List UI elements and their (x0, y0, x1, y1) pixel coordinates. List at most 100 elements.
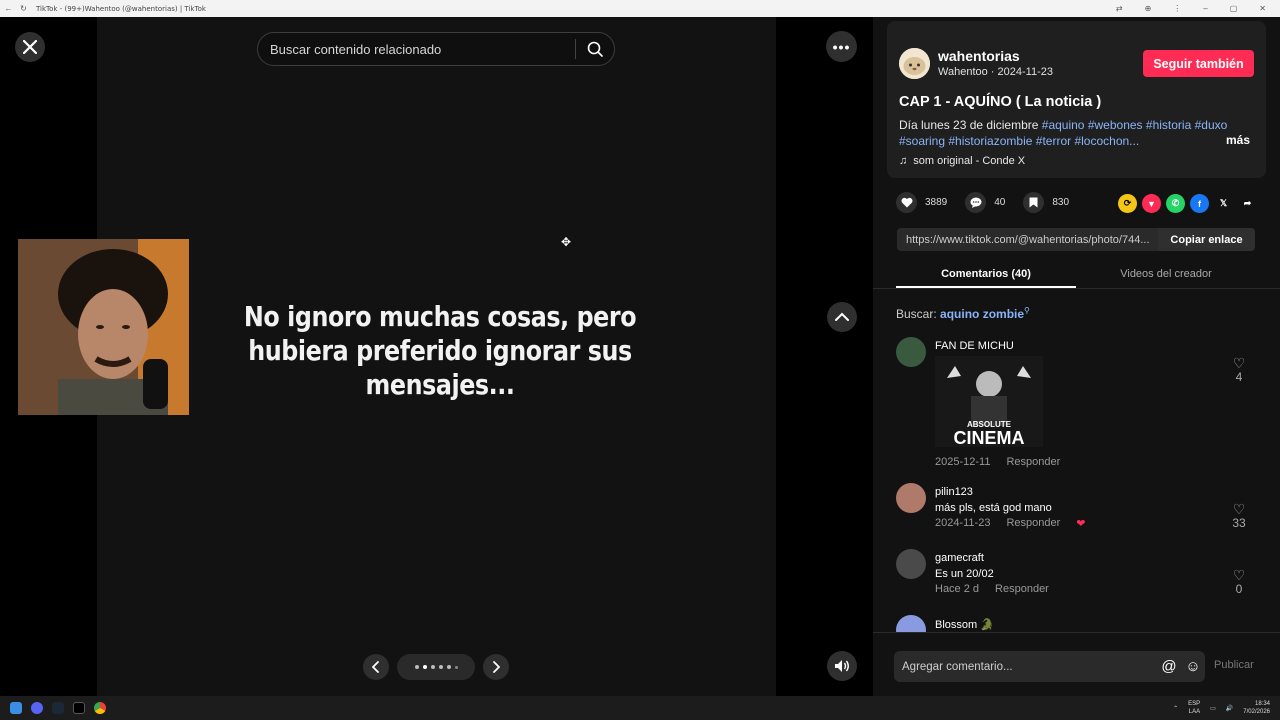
steam-icon[interactable] (52, 702, 64, 714)
related-search-bar (257, 32, 615, 66)
hashtag-link[interactable]: #locochon... (1074, 134, 1139, 148)
streamer-face-image (18, 239, 189, 415)
commenter-avatar[interactable] (896, 483, 926, 513)
tiktok-icon[interactable] (73, 702, 85, 714)
comment-username[interactable]: FAN DE MICHU (935, 340, 1014, 352)
clock-time: 18:34 (1254, 701, 1270, 707)
maximize-icon[interactable]: ▢ (1230, 4, 1238, 13)
commenter-avatar[interactable] (896, 615, 926, 632)
emoji-icon[interactable]: ☺ (1181, 658, 1205, 675)
minimize-icon[interactable]: – (1203, 4, 1207, 13)
commenter-avatar[interactable] (896, 549, 926, 579)
publish-button[interactable]: Publicar (1214, 659, 1254, 671)
lang-layout: LAA (1188, 709, 1201, 715)
tab-comments[interactable]: Comentarios (40) (896, 260, 1076, 288)
menu-icon[interactable]: ⋮ (1173, 4, 1181, 13)
x-icon[interactable]: 𝕏 (1214, 194, 1233, 213)
post-date: 2024-11-23 (997, 66, 1053, 78)
back-icon[interactable]: ← (4, 4, 13, 13)
hashtag-link[interactable]: #historia (1146, 118, 1191, 132)
related-search-input[interactable] (258, 41, 575, 57)
next-photo-button[interactable] (483, 654, 509, 680)
engagement-bar: 3889 40 830 (896, 192, 1087, 213)
panel-tabs: Comentarios (40) Videos del creador (873, 260, 1280, 289)
photo-viewer: ••• No ignoro muchas cosas, pero hubiera… (0, 17, 873, 696)
comment-input[interactable] (894, 660, 1157, 673)
zoom-icon[interactable]: ⊕ (1145, 4, 1152, 13)
comment-username[interactable]: pilin123 (935, 486, 973, 498)
search-suggestion[interactable]: Buscar: aquino zombie⚲ (896, 306, 1030, 321)
author-username[interactable]: wahentorias (938, 48, 1020, 64)
hashtag-link[interactable]: #webones (1088, 118, 1143, 132)
page-dot[interactable] (414, 665, 419, 669)
repost-icon[interactable]: ⟳ (1118, 194, 1137, 213)
volume-tray-icon[interactable]: 🔊 (1226, 705, 1233, 712)
comment-button[interactable]: 40 (965, 192, 1005, 213)
author-avatar[interactable] (899, 48, 930, 79)
follow-button[interactable]: Seguir también (1143, 50, 1254, 77)
heart-outline-icon: ♡ (1232, 501, 1246, 517)
heart-outline-icon: ♡ (1232, 355, 1246, 371)
page-dot[interactable] (446, 665, 451, 669)
heart-icon (896, 192, 917, 213)
expand-description-link[interactable]: más (1226, 133, 1250, 147)
comment-like-count: 0 (1235, 582, 1243, 596)
save-count: 830 (1052, 197, 1070, 208)
clock[interactable]: 18:34 7/02/2026 (1243, 700, 1270, 716)
hashtag-link[interactable]: #aquino (1042, 118, 1085, 132)
share-url[interactable]: https://www.tiktok.com/@wahentorias/phot… (897, 234, 1158, 246)
volume-button[interactable] (827, 651, 857, 681)
tab-creator-videos[interactable]: Videos del creador (1076, 260, 1256, 288)
comment-like-button[interactable]: ♡ 0 (1229, 568, 1249, 596)
send-to-friends-icon[interactable]: ▼ (1142, 194, 1161, 213)
page-dot[interactable] (430, 665, 435, 669)
commenter-avatar[interactable] (896, 337, 926, 367)
close-window-icon[interactable]: ✕ (1259, 4, 1266, 13)
more-options-button[interactable]: ••• (826, 31, 857, 62)
previous-post-button[interactable] (827, 302, 857, 332)
tray-arrow-icon[interactable]: ⌃ (1173, 705, 1178, 712)
reply-button[interactable]: Responder (995, 583, 1049, 595)
comment-image[interactable]: ABSOLUTE CINEMA (935, 356, 1043, 447)
hashtag-link[interactable]: #historiazombie (948, 134, 1032, 148)
network-icon[interactable]: ▭ (1210, 705, 1216, 712)
comment-like-button[interactable]: ♡ 4 (1229, 356, 1249, 384)
language-indicator[interactable]: ESP LAA (1188, 700, 1200, 716)
page-dot-active[interactable] (422, 665, 427, 669)
post-info-card: wahentorias Wahentoo · 2024-11-23 Seguir… (887, 21, 1266, 178)
share-arrow-icon[interactable]: ➦ (1238, 194, 1257, 213)
prev-photo-button[interactable] (363, 654, 389, 680)
page-dot[interactable] (438, 665, 443, 669)
translate-icon[interactable]: ⇄ (1116, 4, 1123, 13)
comment-username[interactable]: gamecraft (935, 552, 984, 564)
save-button[interactable]: 830 (1023, 192, 1069, 213)
search-suggestion-query[interactable]: aquino zombie (940, 307, 1024, 321)
search-button[interactable] (576, 32, 614, 66)
reload-icon[interactable]: ↻ (19, 4, 28, 13)
reply-button[interactable]: Responder (1006, 517, 1060, 530)
windows-taskbar: ⌃ ESP LAA ▭ 🔊 18:34 7/02/2026 (0, 696, 1280, 720)
page-dot[interactable] (454, 665, 458, 669)
discord-icon[interactable] (31, 702, 43, 714)
comment-like-button[interactable]: ♡ 33 (1229, 502, 1249, 530)
mention-icon[interactable]: @ (1157, 658, 1181, 675)
share-link-box: https://www.tiktok.com/@wahentorias/phot… (897, 228, 1255, 251)
comment-username[interactable]: Blossom 🐊 (935, 618, 994, 631)
comment-item: FAN DE MICHU ABSOLUTE CINEMA 2025-12-11 … (896, 334, 1266, 474)
whatsapp-icon[interactable]: ✆ (1166, 194, 1185, 213)
copy-link-button[interactable]: Copiar enlace (1158, 228, 1255, 251)
image-caption-bottom: CINEMA (953, 428, 1025, 447)
chrome-icon[interactable] (94, 702, 106, 714)
reply-button[interactable]: Responder (1006, 456, 1060, 468)
windows-start-icon[interactable] (10, 702, 22, 714)
hashtag-link[interactable]: #soaring (899, 134, 945, 148)
hashtag-link[interactable]: #duxo (1195, 118, 1228, 132)
creator-liked-icon: ❤ (1076, 518, 1086, 530)
hashtag-link[interactable]: #terror (1036, 134, 1071, 148)
sound-link[interactable]: ♫ som original - Conde X (899, 155, 1025, 167)
facebook-icon[interactable]: f (1190, 194, 1209, 213)
comment-item: Blossom 🐊 (896, 612, 1266, 632)
like-button[interactable]: 3889 (896, 192, 947, 213)
comment-count: 40 (994, 197, 1006, 208)
close-button[interactable] (15, 32, 45, 62)
